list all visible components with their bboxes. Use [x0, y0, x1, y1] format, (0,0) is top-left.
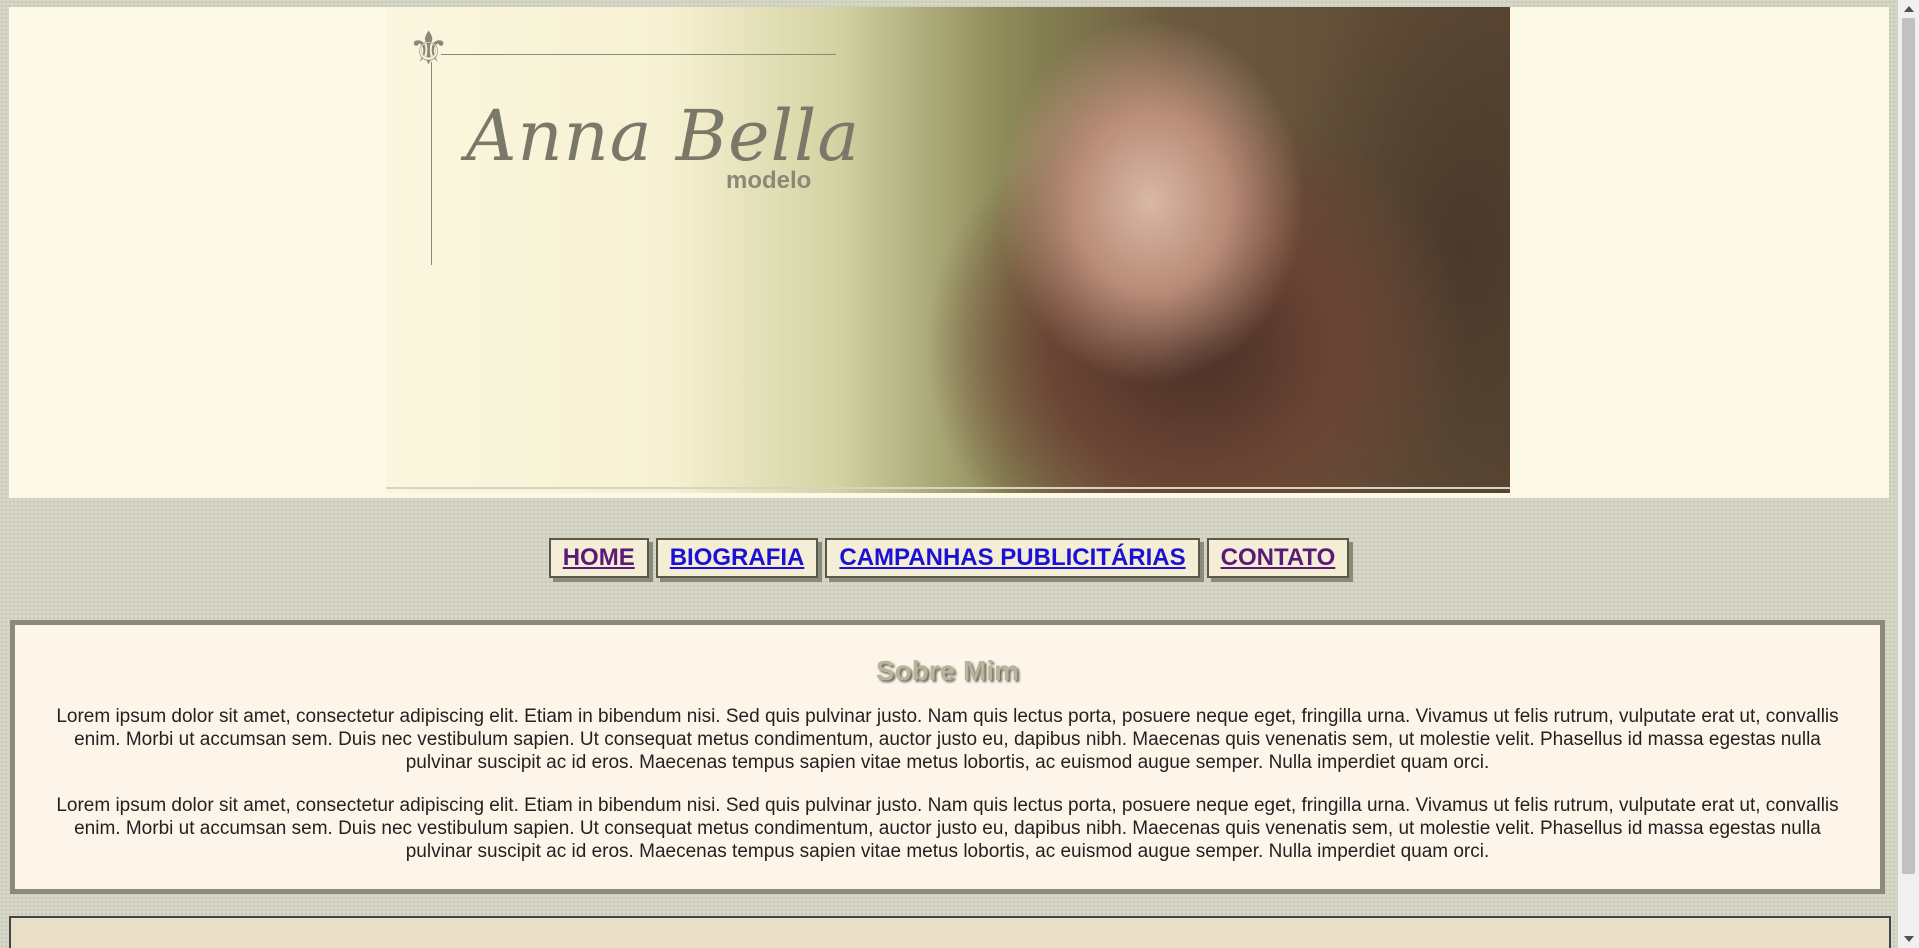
scrollbar-thumb[interactable] [1902, 18, 1915, 874]
paragraph: Lorem ipsum dolor sit amet, consectetur … [56, 795, 1839, 862]
paragraph: Lorem ipsum dolor sit amet, consectetur … [56, 706, 1839, 773]
scroll-up-arrow-icon[interactable] [1904, 6, 1914, 12]
nav-contato-link[interactable]: CONTATO [1206, 538, 1350, 578]
nav-campanhas-link[interactable]: CAMPANHAS PUBLICITÁRIAS [825, 538, 1200, 578]
about-section: Sobre Mim Lorem ipsum dolor sit amet, co… [10, 620, 1885, 894]
fleur-de-lis-icon: ⚜ [408, 22, 450, 74]
footer [9, 916, 1891, 948]
brand-subtitle: modelo [726, 167, 812, 194]
header-banner-image: ⚜ Anna Bella modelo [386, 7, 1510, 493]
nav-biografia-link[interactable]: BIOGRAFIA [655, 538, 819, 578]
scroll-down-arrow-icon[interactable] [1904, 936, 1914, 942]
section-title: Sobre Mim [875, 655, 1020, 686]
brand-name: Anna Bella [466, 95, 861, 177]
logo-horizontal-rule [441, 54, 836, 55]
logo-vertical-rule [431, 62, 432, 265]
main-nav: HOME BIOGRAFIA CAMPANHAS PUBLICITÁRIAS C… [0, 538, 1898, 578]
banner-bottom-line [386, 487, 1510, 489]
vertical-scrollbar[interactable] [1898, 0, 1919, 948]
nav-home-link[interactable]: HOME [548, 538, 649, 578]
page: ⚜ Anna Bella modelo HOME BIOGRAFIA CAMPA… [0, 0, 1898, 948]
header: ⚜ Anna Bella modelo [9, 7, 1889, 498]
